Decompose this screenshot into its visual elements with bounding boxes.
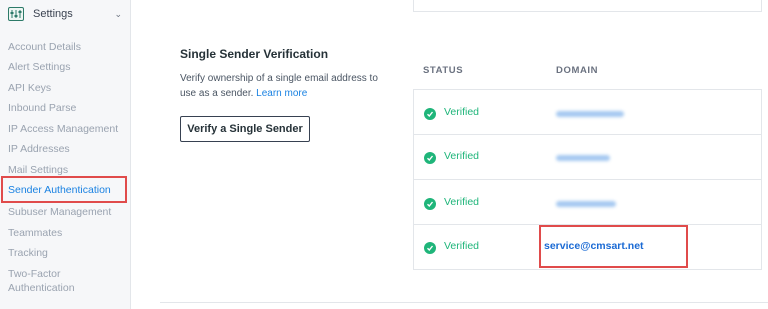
sidebar-item-two-factor-cont[interactable]: Authentication	[8, 282, 75, 294]
check-circle-icon	[424, 242, 436, 254]
sidebar-item-ip-access-management[interactable]: IP Access Management	[8, 123, 118, 135]
chevron-down-icon: ⌄	[114, 9, 122, 19]
status-verified: Verified	[444, 106, 480, 118]
highlight-box-domain	[539, 225, 688, 268]
status-verified: Verified	[444, 196, 480, 208]
sidebar-item-inbound-parse[interactable]: Inbound Parse	[8, 102, 76, 114]
table-row: Verified	[414, 180, 761, 225]
sidebar-item-subuser-management[interactable]: Subuser Management	[8, 206, 111, 218]
section-title: Single Sender Verification	[180, 47, 329, 61]
sidebar-item-teammates[interactable]: Teammates	[8, 227, 62, 239]
settings-menu-toggle[interactable]: Settings ⌄	[8, 3, 128, 25]
status-verified: Verified	[444, 150, 480, 162]
table-row: Verified	[414, 90, 761, 135]
sidebar-item-api-keys[interactable]: API Keys	[8, 82, 51, 94]
settings-label: Settings	[33, 8, 73, 20]
obscured-domain	[556, 111, 624, 117]
settings-sliders-icon	[8, 7, 24, 21]
settings-sidebar: Settings ⌄ Account Details Alert Setting…	[0, 0, 131, 309]
table-row: Verified	[414, 135, 761, 180]
verify-single-sender-button[interactable]: Verify a Single Sender	[180, 116, 310, 142]
column-header-status: STATUS	[423, 65, 464, 76]
check-circle-icon	[424, 198, 436, 210]
sidebar-item-ip-addresses[interactable]: IP Addresses	[8, 143, 70, 155]
section-divider	[160, 302, 768, 303]
sidebar-item-tracking[interactable]: Tracking	[8, 247, 48, 259]
status-verified: Verified	[444, 240, 480, 252]
sidebar-item-mail-settings[interactable]: Mail Settings	[8, 164, 68, 176]
obscured-domain	[556, 155, 610, 161]
check-circle-icon	[424, 152, 436, 164]
sidebar-item-account-details[interactable]: Account Details	[8, 41, 81, 53]
sidebar-item-two-factor[interactable]: Two-Factor	[8, 268, 61, 280]
column-header-domain: DOMAIN	[556, 65, 599, 76]
learn-more-link[interactable]: Learn more	[256, 88, 307, 99]
sidebar-item-alert-settings[interactable]: Alert Settings	[8, 61, 70, 73]
previous-section-box	[413, 0, 762, 12]
section-description: Verify ownership of a single email addre…	[180, 71, 380, 101]
highlight-box-sender-authentication	[1, 176, 127, 203]
obscured-domain	[556, 201, 616, 207]
check-circle-icon	[424, 108, 436, 120]
